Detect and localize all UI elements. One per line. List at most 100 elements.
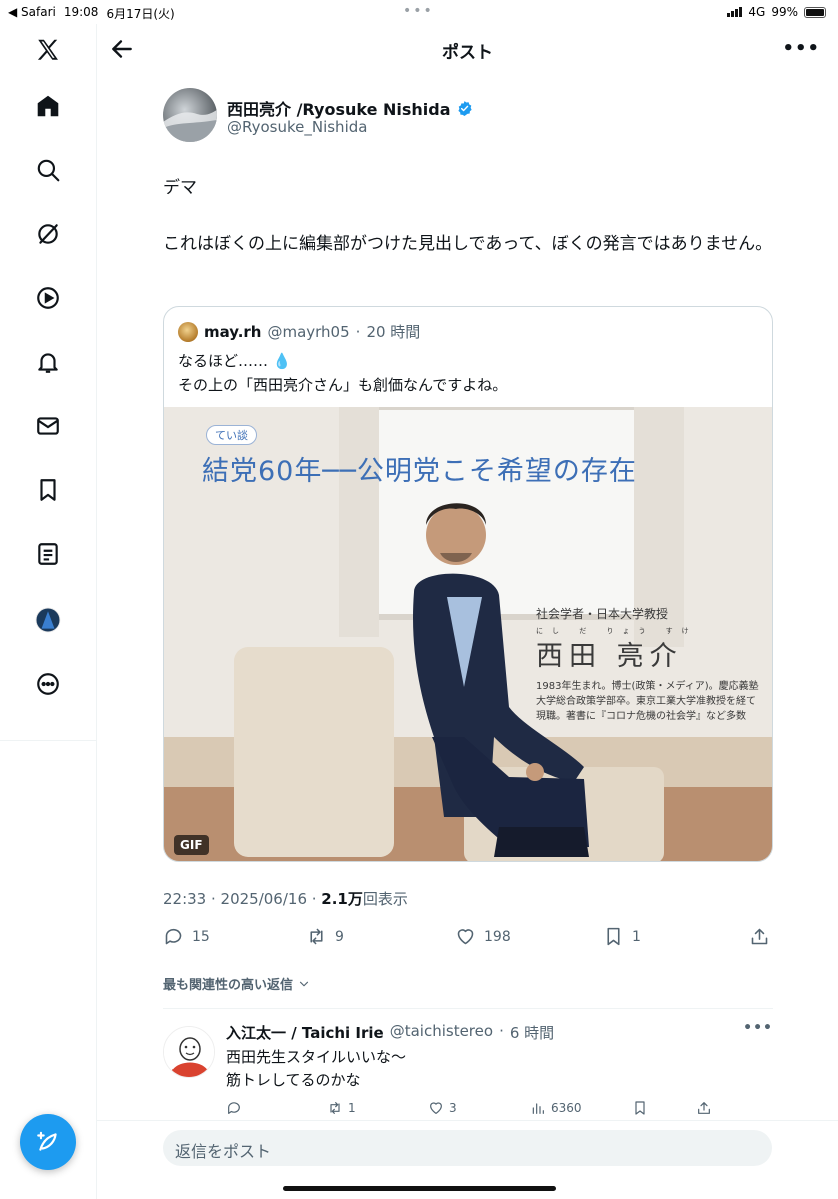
bookmarks-icon[interactable] (34, 476, 62, 504)
search-icon[interactable] (34, 156, 62, 184)
chevron-down-icon (299, 981, 309, 986)
views-label: 回表示 (362, 890, 408, 908)
notifications-icon[interactable] (34, 348, 62, 376)
post-actions: 15 9 198 1 (163, 926, 773, 950)
reply-like-button[interactable]: 3 (428, 1100, 457, 1116)
author-avatar[interactable] (163, 88, 217, 142)
home-icon[interactable] (34, 92, 62, 120)
reply-count: 15 (192, 928, 210, 945)
more-icon[interactable] (34, 670, 62, 698)
heart-icon (430, 1102, 442, 1114)
analytics-icon (532, 1103, 544, 1114)
status-time: 19:08 (63, 5, 99, 19)
reply-actions: 1 3 6360 (226, 1100, 773, 1120)
reply-input[interactable]: 返信をポスト (163, 1130, 772, 1166)
back-to-app-link[interactable]: ◀ Safari (8, 5, 56, 22)
share-icon (751, 928, 768, 945)
post-text-line: デマ (163, 178, 197, 198)
reply-like-count: 3 (449, 1101, 457, 1115)
quoted-author-handle[interactable]: @mayrh05 (267, 323, 349, 341)
post-timestamp: 22:33 · 2025/06/16 · 2.1万回表示 (163, 888, 408, 909)
reply-share-button[interactable] (696, 1100, 712, 1116)
meta-separator: · (499, 1022, 504, 1040)
reply-bookmark-button[interactable] (632, 1100, 648, 1116)
meta-separator: · (355, 322, 361, 341)
repost-icon (310, 928, 323, 945)
quoted-post-header: may.rh @mayrh05 · 20 時間 (178, 321, 420, 342)
video-icon[interactable] (34, 284, 62, 312)
quoted-post-time: 20 時間 (366, 323, 421, 341)
x-logo-icon[interactable] (34, 36, 62, 64)
sidebar (0, 24, 97, 1199)
multitasking-dots-icon[interactable]: ••• (403, 3, 434, 19)
reply-reply-button[interactable] (226, 1100, 247, 1116)
reply-author-name[interactable]: 入江太一 / Taichi Irie (226, 1022, 384, 1043)
like-button[interactable]: 198 (455, 926, 511, 947)
network-type: 4G (748, 5, 766, 19)
quoted-media-gif[interactable]: てい談 結党60年──公明党こそ希望の存在 社会学者・日本大学教授 にし だ り… (164, 407, 772, 861)
home-indicator[interactable] (283, 1186, 556, 1191)
droplet-emoji: 💧 (272, 352, 292, 370)
page-title: ポスト (442, 43, 493, 63)
author-handle[interactable]: @Ryosuke_Nishida (227, 118, 367, 136)
divider (163, 1008, 773, 1009)
bookmark-button[interactable]: 1 (603, 926, 641, 947)
sidebar-divider (0, 740, 96, 741)
messages-icon[interactable] (34, 412, 62, 440)
media-tag: てい談 (206, 425, 257, 445)
compose-button[interactable] (20, 1114, 76, 1170)
lists-icon[interactable] (34, 540, 62, 568)
media-person-name: 西田 亮介 (536, 641, 683, 672)
bookmark-icon (635, 1101, 645, 1115)
bookmark-icon (607, 927, 620, 946)
compose-icon (37, 1131, 57, 1151)
author-name[interactable]: 西田亮介 /Ryosuke Nishida (227, 96, 473, 120)
reply-author-avatar[interactable] (163, 1026, 215, 1078)
timestamp-text[interactable]: 22:33 · 2025/06/16 · (163, 890, 321, 908)
media-caption: 社会学者・日本大学教授 にし だ りょう すけ 西田 亮介 1983年生まれ。博… (536, 605, 760, 724)
status-date: 6月17日(火) (106, 7, 175, 21)
reply-icon (165, 928, 182, 945)
share-button[interactable] (749, 926, 770, 947)
quoted-author-avatar[interactable] (178, 321, 198, 342)
reply-more-icon[interactable]: ••• (743, 1020, 773, 1036)
like-count: 198 (484, 928, 511, 945)
repost-icon (330, 1102, 340, 1114)
status-bar: ◀ Safari 19:08 6月17日(火) ••• 4G 99% (0, 0, 838, 24)
share-icon (698, 1102, 710, 1114)
repost-button[interactable]: 9 (306, 926, 344, 947)
author-name-text: 西田亮介 /Ryosuke Nishida (227, 100, 451, 119)
media-role: 社会学者・日本大学教授 (536, 607, 669, 621)
quoted-text-line: その上の「西田亮介さん」も創価なんですよね。 (178, 376, 508, 394)
profile-avatar[interactable] (34, 606, 62, 634)
quoted-text-line: なるほど…… (178, 352, 273, 370)
post-text: デマ これはぼくの上に編集部がつけた見出しであって、ぼくの発言ではありません。 (163, 174, 773, 286)
gif-badge: GIF (174, 835, 209, 855)
replies-sort-dropdown[interactable]: 最も関連性の高い返信 (163, 974, 311, 993)
verified-badge-icon (457, 100, 472, 116)
views-count: 2.1万 (321, 890, 363, 908)
quoted-post[interactable]: may.rh @mayrh05 · 20 時間 なるほど…… 💧 その上の「西田… (163, 306, 773, 862)
reply-button[interactable]: 15 (163, 926, 210, 947)
reply-header: 入江太一 / Taichi Irie @taichistereo · 6 時間 (226, 1022, 554, 1043)
reply-views-count: 6360 (551, 1101, 582, 1115)
reply-text-line: 筋トレしてるのかな (226, 1071, 361, 1089)
quoted-author-name[interactable]: may.rh (204, 323, 261, 341)
quoted-post-text: なるほど…… 💧 その上の「西田亮介さん」も創価なんですよね。 (178, 349, 507, 397)
bookmark-count: 1 (632, 928, 641, 945)
signal-icon (727, 7, 743, 17)
repost-count: 9 (335, 928, 344, 945)
grok-icon[interactable] (34, 220, 62, 248)
reply-repost-count: 1 (348, 1101, 356, 1115)
battery-percent: 99% (771, 5, 798, 19)
reply-icon (228, 1102, 240, 1114)
reply-time: 6 時間 (509, 1024, 555, 1042)
reply-views-button[interactable]: 6360 (530, 1100, 582, 1116)
reply-repost-button[interactable]: 1 (327, 1100, 356, 1116)
replies-sort-label: 最も関連性の高い返信 (163, 978, 294, 993)
heart-icon (457, 929, 474, 945)
post-header: ポスト ••• (97, 24, 838, 74)
more-options-icon[interactable]: ••• (782, 38, 820, 59)
reply-text-line: 西田先生スタイルいいな〜 (226, 1048, 407, 1066)
reply-author-handle[interactable]: @taichistereo (390, 1022, 493, 1043)
